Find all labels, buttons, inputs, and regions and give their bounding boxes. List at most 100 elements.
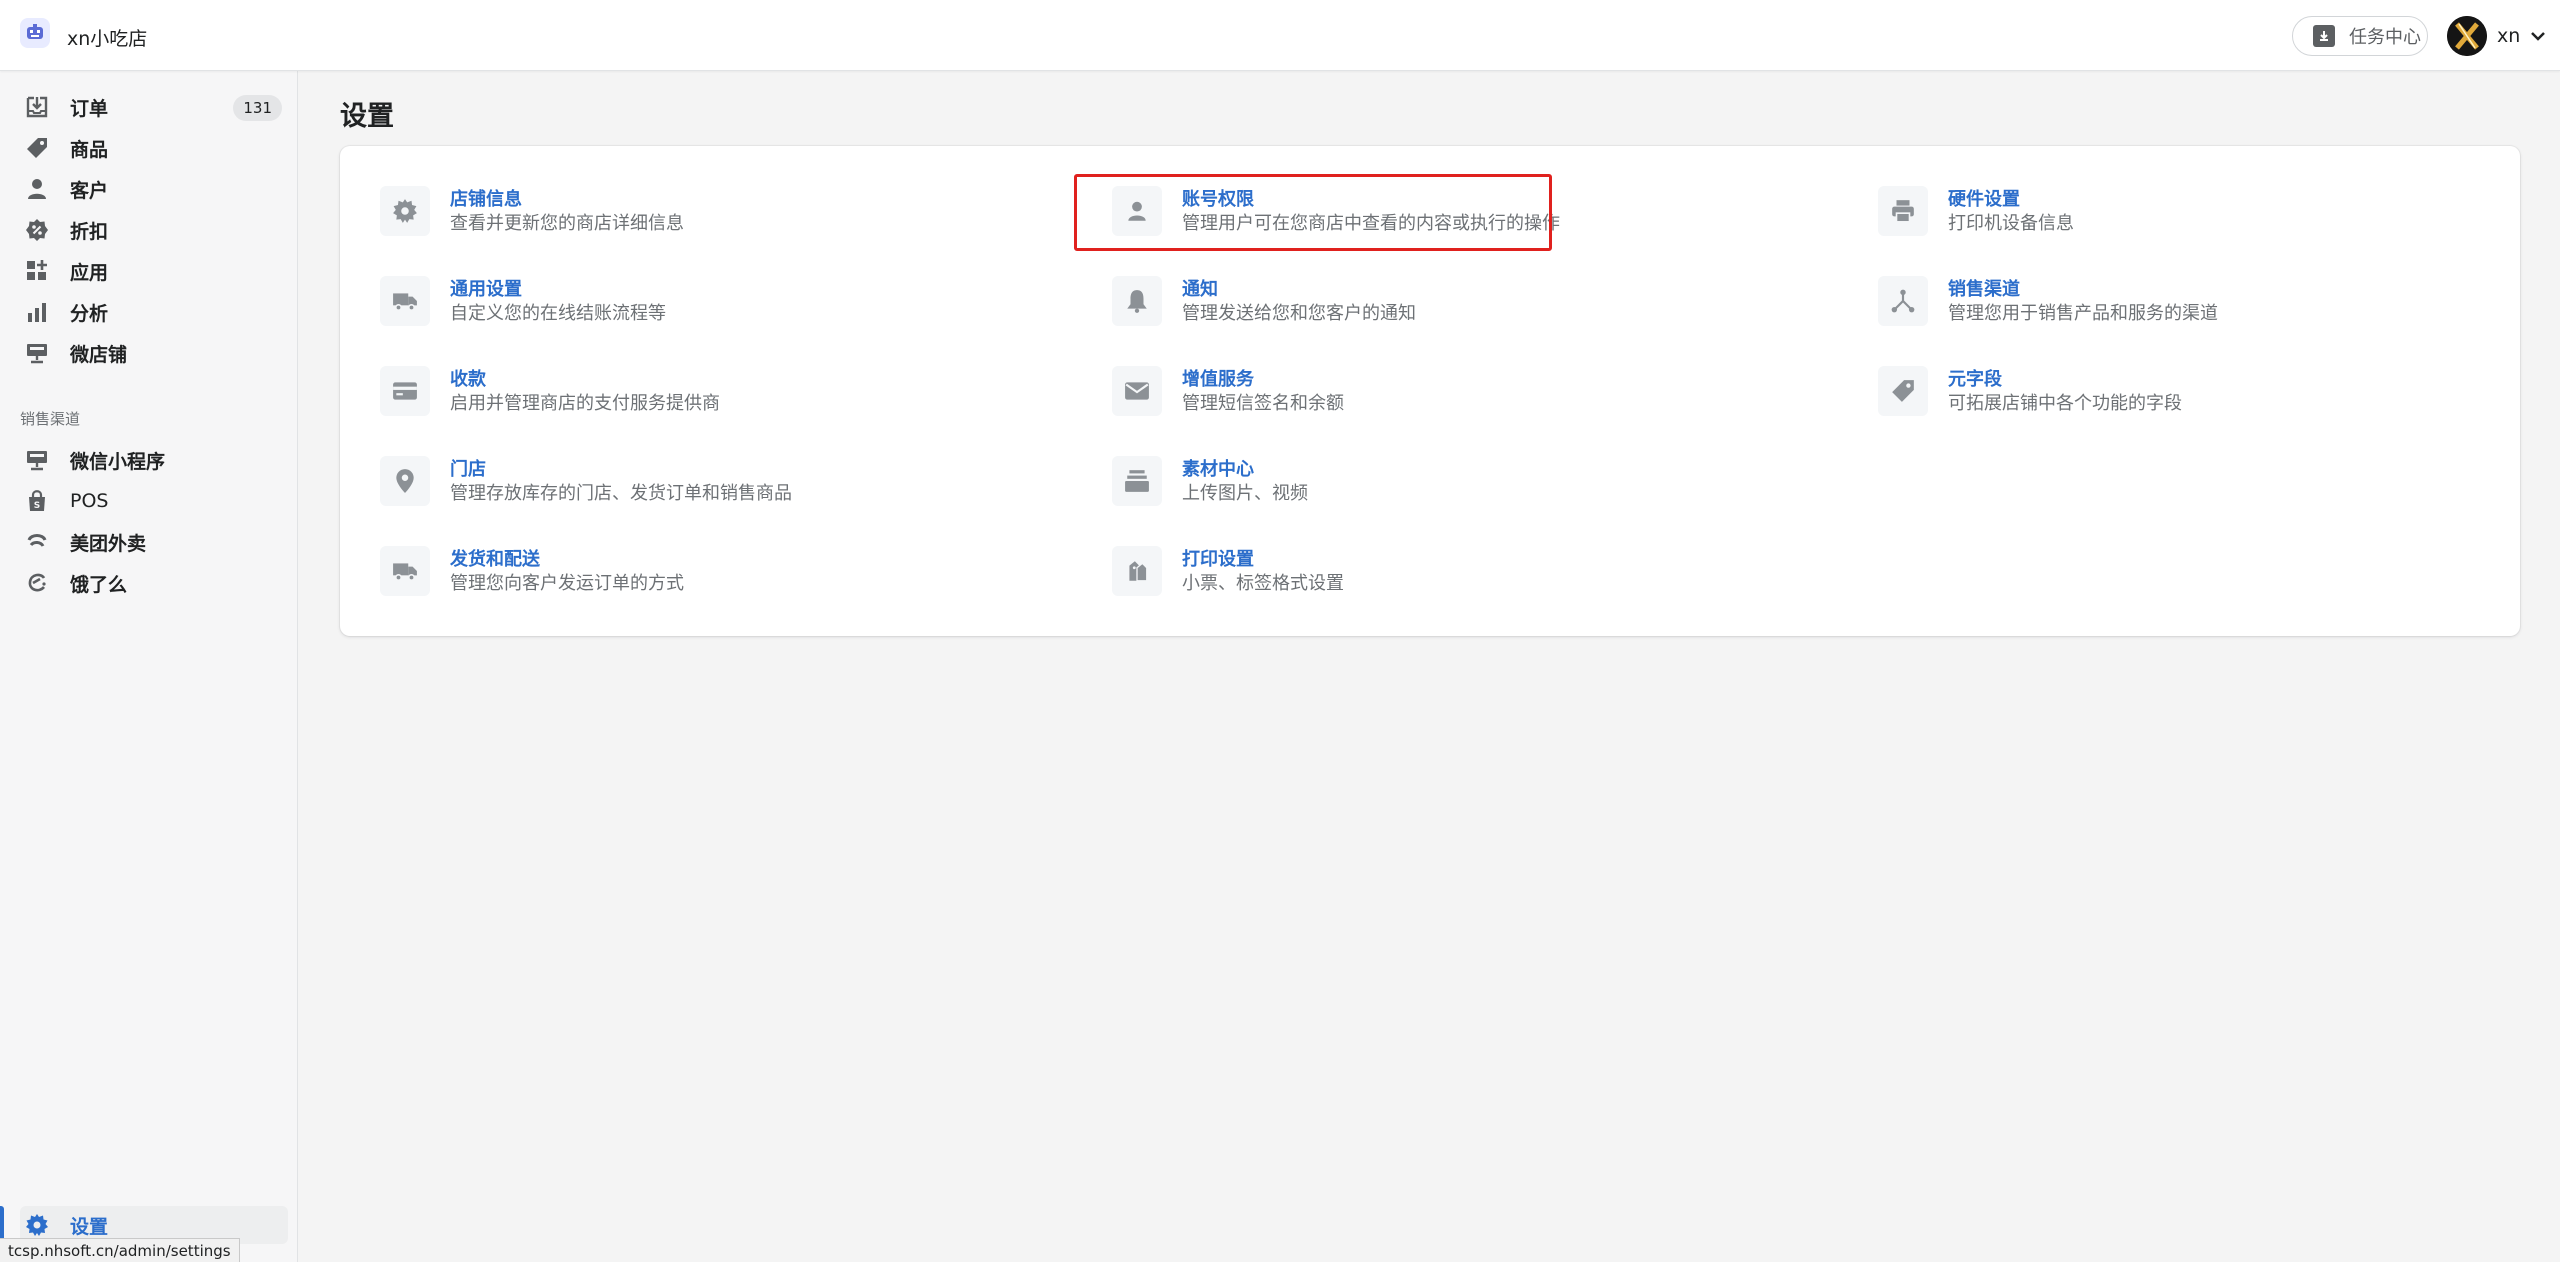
sidebar-item-label: 饿了么 — [70, 573, 128, 596]
setting-title[interactable]: 硬件设置 — [1948, 188, 2074, 212]
setting-store-info[interactable]: 店铺信息 查看并更新您的商店详细信息 — [380, 186, 900, 246]
setting-title[interactable]: 打印设置 — [1182, 548, 1344, 572]
store-name[interactable]: xn小吃店 — [67, 24, 147, 51]
task-center-button[interactable]: 任务中心 — [2292, 16, 2428, 56]
location-pin-icon — [380, 456, 430, 506]
sidebar-item-label: 折扣 — [70, 220, 109, 243]
sidebar-item-meituan[interactable]: 美团外卖 — [20, 523, 288, 561]
setting-media-center[interactable]: 素材中心 上传图片、视频 — [1112, 456, 1632, 516]
order-download-icon — [24, 94, 50, 120]
sidebar-item-label: 客户 — [70, 179, 109, 202]
sidebar-item-label: 设置 — [70, 1215, 109, 1238]
truck-icon — [380, 276, 430, 326]
sidebar-item-label: 微店铺 — [70, 343, 128, 366]
setting-description: 自定义您的在线结账流程等 — [450, 303, 666, 324]
setting-locations[interactable]: 门店 管理存放库存的门店、发货订单和销售商品 — [380, 456, 900, 516]
svg-text:S: S — [34, 501, 40, 511]
shopping-bag-icon: S — [24, 488, 50, 514]
sidebar-item-customers[interactable]: 客户 — [20, 170, 288, 208]
sidebar-item-orders[interactable]: 订单 131 — [20, 88, 288, 126]
setting-description: 查看并更新您的商店详细信息 — [450, 213, 684, 234]
sidebar-item-label: POS — [70, 490, 109, 512]
sidebar-item-label: 商品 — [70, 138, 109, 161]
setting-title[interactable]: 增值服务 — [1182, 368, 1344, 392]
tag-icon — [24, 135, 50, 161]
setting-general[interactable]: 通用设置 自定义您的在线结账流程等 — [380, 276, 900, 336]
orders-count-badge: 131 — [233, 95, 282, 121]
setting-title[interactable]: 元字段 — [1948, 368, 2182, 392]
setting-title[interactable]: 素材中心 — [1182, 458, 1308, 482]
setting-title[interactable]: 发货和配送 — [450, 548, 684, 572]
gear-icon — [380, 186, 430, 236]
status-bar-url: tcsp.nhsoft.cn/admin/settings — [0, 1238, 240, 1262]
sidebar-item-label: 订单 — [70, 97, 109, 120]
setting-description: 启用并管理商店的支付服务提供商 — [450, 393, 720, 414]
user-name: xn — [2497, 25, 2521, 47]
sidebar-item-wechat-miniprogram[interactable]: 微信小程序 — [20, 441, 288, 479]
setting-shipping-delivery[interactable]: 发货和配送 管理您向客户发运订单的方式 — [380, 546, 900, 606]
avatar — [2447, 16, 2487, 56]
setting-sales-channels[interactable]: 销售渠道 管理您用于销售产品和服务的渠道 — [1878, 276, 2398, 336]
setting-payments[interactable]: 收款 启用并管理商店的支付服务提供商 — [380, 366, 900, 426]
sidebar-item-pos[interactable]: S POS — [20, 482, 288, 520]
page-title: 设置 — [340, 101, 394, 132]
sidebar-item-apps[interactable]: 应用 — [20, 252, 288, 290]
setting-notifications[interactable]: 通知 管理发送给您和您客户的通知 — [1112, 276, 1632, 336]
setting-title[interactable]: 通用设置 — [450, 278, 666, 302]
setting-title[interactable]: 通知 — [1182, 278, 1416, 302]
setting-description: 小票、标签格式设置 — [1182, 573, 1344, 594]
mail-icon — [1112, 366, 1162, 416]
tags-print-icon — [1112, 546, 1162, 596]
eleme-icon — [24, 570, 50, 596]
setting-description: 管理您用于销售产品和服务的渠道 — [1948, 303, 2218, 324]
channels-icon — [1878, 276, 1928, 326]
download-icon — [2313, 25, 2335, 47]
setting-hardware[interactable]: 硬件设置 打印机设备信息 — [1878, 186, 2398, 246]
setting-description: 可拓展店铺中各个功能的字段 — [1948, 393, 2182, 414]
sidebar-item-analytics[interactable]: 分析 — [20, 293, 288, 331]
apps-icon — [24, 258, 50, 284]
sidebar-item-label: 微信小程序 — [70, 450, 166, 473]
sidebar-item-label: 美团外卖 — [70, 532, 147, 555]
setting-description: 管理存放库存的门店、发货订单和销售商品 — [450, 483, 792, 504]
top-bar: xn小吃店 任务中心 xn — [0, 0, 2560, 71]
setting-title[interactable]: 账号权限 — [1182, 188, 1560, 212]
setting-title[interactable]: 销售渠道 — [1948, 278, 2218, 302]
setting-title[interactable]: 门店 — [450, 458, 792, 482]
meituan-icon — [24, 529, 50, 555]
setting-title[interactable]: 收款 — [450, 368, 720, 392]
setting-description: 管理您向客户发运订单的方式 — [450, 573, 684, 594]
sales-channels-heading: 销售渠道 — [20, 410, 81, 428]
setting-print[interactable]: 打印设置 小票、标签格式设置 — [1112, 546, 1632, 606]
truck-icon — [380, 546, 430, 596]
storefront-icon — [24, 447, 50, 473]
settings-card: 店铺信息 查看并更新您的商店详细信息 账号权限 管理用户可在您商店中查看的内容或… — [340, 146, 2520, 636]
sidebar-item-products[interactable]: 商品 — [20, 129, 288, 167]
sidebar-item-discounts[interactable]: 折扣 — [20, 211, 288, 249]
setting-value-added-services[interactable]: 增值服务 管理短信签名和余额 — [1112, 366, 1632, 426]
sidebar-item-label: 应用 — [70, 261, 109, 284]
printer-icon — [1878, 186, 1928, 236]
user-menu[interactable]: xn — [2447, 15, 2546, 57]
setting-description: 管理短信签名和余额 — [1182, 393, 1344, 414]
sidebar-item-label: 分析 — [70, 302, 109, 325]
task-center-label: 任务中心 — [2349, 27, 2421, 48]
archive-icon — [1112, 456, 1162, 506]
setting-title[interactable]: 店铺信息 — [450, 188, 684, 212]
sidebar-item-eleme[interactable]: 饿了么 — [20, 564, 288, 602]
sidebar: 订单 131 商品 客户 折扣 应用 分析 微店铺 销售渠道 微信小程序 S P… — [0, 71, 298, 1262]
setting-description: 管理发送给您和您客户的通知 — [1182, 303, 1416, 324]
person-icon — [1112, 186, 1162, 236]
storefront-icon — [24, 340, 50, 366]
setting-description: 上传图片、视频 — [1182, 483, 1308, 504]
bell-icon — [1112, 276, 1162, 326]
person-icon — [24, 176, 50, 202]
setting-description: 管理用户可在您商店中查看的内容或执行的操作 — [1182, 213, 1560, 234]
setting-description: 打印机设备信息 — [1948, 213, 2074, 234]
bar-chart-icon — [24, 299, 50, 325]
chevron-down-icon — [2530, 27, 2546, 46]
setting-metafields[interactable]: 元字段 可拓展店铺中各个功能的字段 — [1878, 366, 2398, 426]
store-logo-icon[interactable] — [20, 18, 50, 48]
sidebar-item-micro-store[interactable]: 微店铺 — [20, 334, 288, 372]
setting-account-permissions[interactable]: 账号权限 管理用户可在您商店中查看的内容或执行的操作 — [1112, 186, 1632, 246]
